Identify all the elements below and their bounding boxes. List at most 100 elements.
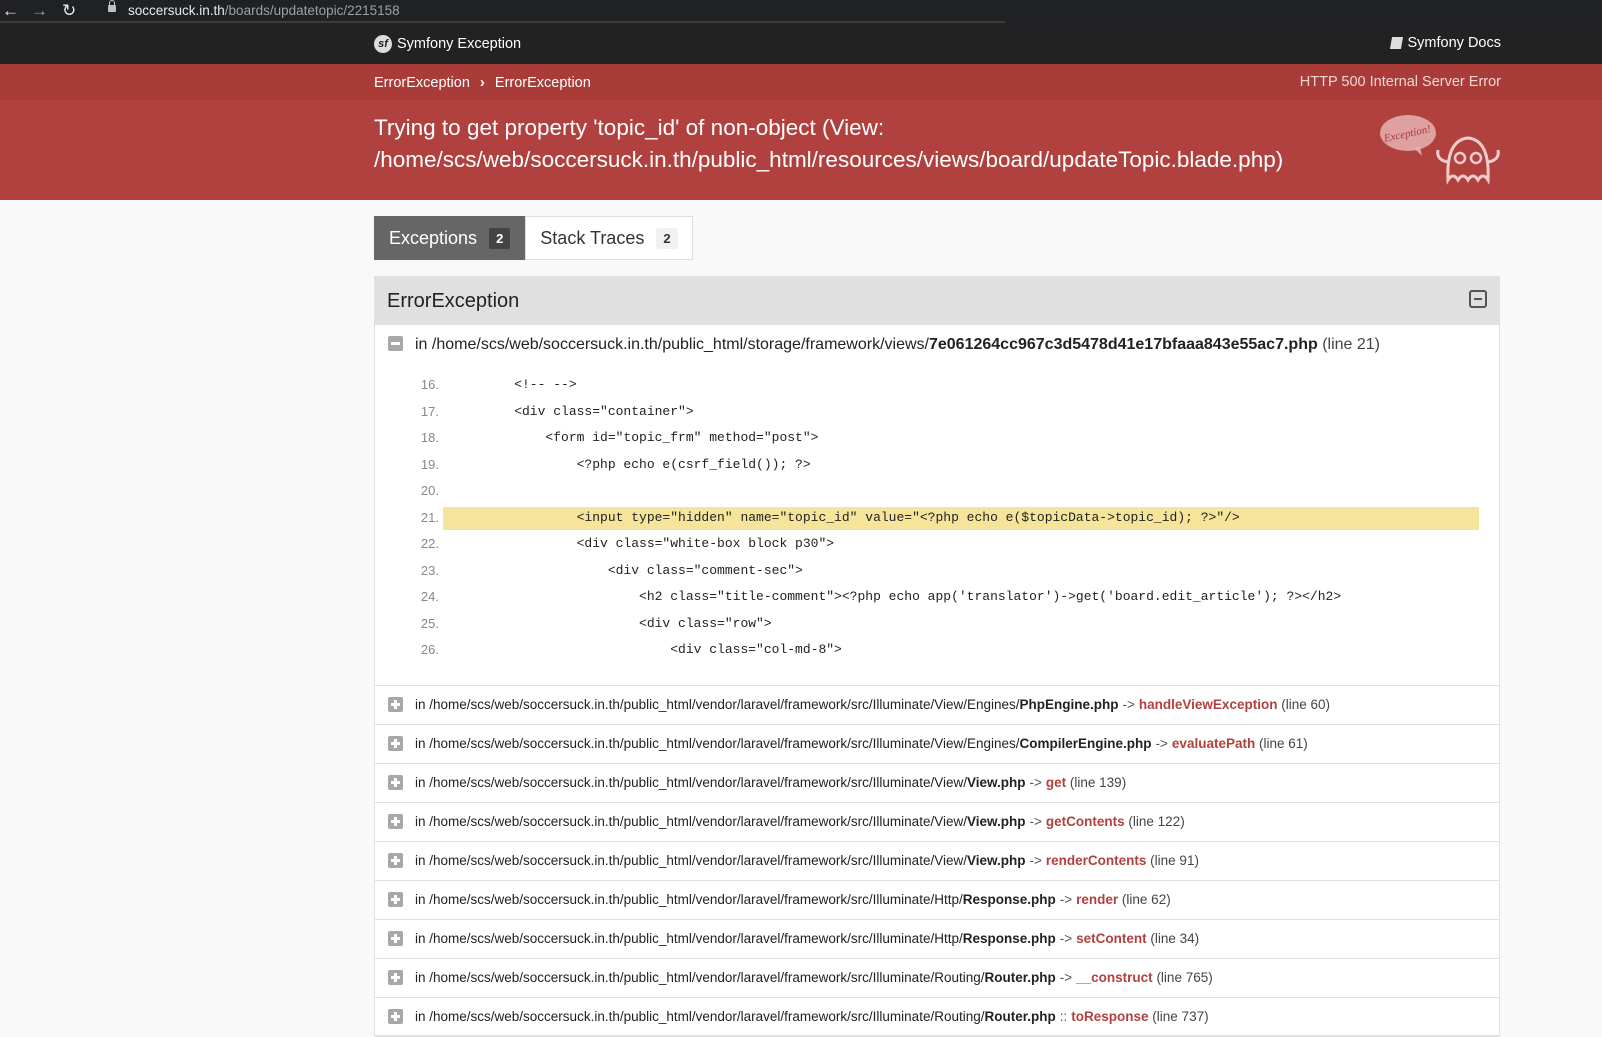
line-number: 23.	[420, 562, 439, 578]
call-operator: ->	[1059, 970, 1073, 985]
code-line: 20.	[415, 479, 1467, 506]
breadcrumb-bar: ErrorException › ErrorException HTTP 500…	[0, 64, 1602, 100]
call-operator: ->	[1059, 892, 1073, 907]
trace-location[interactable]: in /home/scs/web/soccersuck.in.th/public…	[415, 970, 1213, 985]
trace-item[interactable]: in /home/scs/web/soccersuck.in.th/public…	[375, 725, 1499, 764]
call-operator: ->	[1029, 775, 1042, 790]
expand-icon[interactable]	[388, 775, 403, 790]
trace-location[interactable]: in /home/scs/web/soccersuck.in.th/public…	[415, 1009, 1209, 1024]
breadcrumb: ErrorException › ErrorException	[374, 74, 591, 91]
docs-link[interactable]: Symfony Docs	[1389, 35, 1501, 51]
trace-location[interactable]: in /home/scs/web/soccersuck.in.th/public…	[415, 814, 1185, 829]
breadcrumb-item[interactable]: ErrorException	[374, 75, 470, 91]
expand-icon[interactable]	[388, 892, 403, 907]
trace-item[interactable]: in /home/scs/web/soccersuck.in.th/public…	[375, 686, 1499, 725]
trace-function: getContents	[1045, 814, 1125, 829]
expand-icon[interactable]	[388, 814, 403, 829]
trace-item[interactable]: in /home/scs/web/soccersuck.in.th/public…	[375, 842, 1499, 881]
line-number: 26.	[420, 642, 439, 657]
call-operator: ->	[1029, 814, 1042, 829]
trace-item[interactable]: in /home/scs/web/soccersuck.in.th/public…	[375, 998, 1499, 1037]
code-text: <!-- -->	[483, 377, 577, 392]
trace-function: render	[1076, 892, 1119, 907]
url-host: soccersuck.in.th	[128, 3, 225, 18]
address-bar[interactable]: soccersuck.in.th/boards/updatetopic/2215…	[128, 3, 400, 18]
trace-path: in /home/scs/web/soccersuck.in.th/public…	[415, 892, 963, 907]
call-operator: ->	[1029, 853, 1042, 868]
trace-file: View.php	[966, 853, 1026, 868]
tab-exceptions[interactable]: Exceptions 2	[374, 216, 526, 260]
count-badge: 2	[489, 227, 511, 249]
code-line: 18. <form id="topic_frm" method="post">	[415, 426, 1467, 453]
trace-item[interactable]: in /home/scs/web/soccersuck.in.th/public…	[375, 803, 1499, 842]
panel-header: ErrorException	[375, 277, 1499, 325]
code-line: 24. <h2 class="title-comment"><?php echo…	[415, 585, 1467, 612]
collapse-icon[interactable]	[388, 336, 403, 351]
trace-function: get	[1045, 775, 1067, 790]
call-operator: ->	[1155, 736, 1168, 751]
collapse-all-icon[interactable]	[1469, 290, 1487, 308]
line-number: 20.	[420, 483, 439, 498]
code-line: 17. <div class="container">	[415, 400, 1467, 427]
line-number: 17.	[420, 403, 439, 419]
brand[interactable]: sf Symfony Exception	[374, 35, 521, 53]
exception-banner: Trying to get property 'topic_id' of non…	[0, 100, 1602, 200]
expand-icon[interactable]	[388, 1009, 403, 1024]
trace-path: in /home/scs/web/soccersuck.in.th/public…	[415, 1009, 985, 1024]
tab-stack-traces[interactable]: Stack Traces 2	[525, 216, 693, 260]
trace-file: Response.php	[962, 892, 1056, 907]
breadcrumb-item[interactable]: ErrorException	[495, 75, 591, 91]
code-line: 16. <!-- -->	[415, 373, 1467, 400]
expand-icon[interactable]	[388, 736, 403, 751]
trace-file: 7e061264cc967c3d5478d41e17bfaaa843e55ac7…	[928, 336, 1318, 353]
line-number: 25.	[420, 615, 439, 631]
code-line: 23. <div class="comment-sec">	[415, 559, 1467, 586]
trace-item[interactable]: in /home/scs/web/soccersuck.in.th/public…	[375, 764, 1499, 803]
trace-path: in /home/scs/web/soccersuck.in.th/public…	[415, 736, 1020, 751]
trace-location[interactable]: in /home/scs/web/soccersuck.in.th/public…	[415, 736, 1308, 751]
tab-bar: Exceptions 2 Stack Traces 2	[374, 216, 693, 260]
trace-location[interactable]: in /home/scs/web/soccersuck.in.th/public…	[415, 931, 1199, 946]
trace-file: Response.php	[962, 931, 1056, 946]
trace-path: in /home/scs/web/soccersuck.in.th/public…	[415, 336, 929, 353]
back-arrow-icon[interactable]: ←	[2, 1, 19, 21]
trace-location[interactable]: in /home/scs/web/soccersuck.in.th/public…	[415, 775, 1126, 790]
lock-icon	[108, 0, 116, 12]
trace-line: (line 765)	[1156, 970, 1213, 985]
trace-file: View.php	[966, 775, 1026, 790]
trace-location[interactable]: in /home/scs/web/soccersuck.in.th/public…	[415, 697, 1330, 712]
docs-label: Symfony Docs	[1407, 35, 1501, 51]
count-badge: 2	[656, 227, 678, 249]
code-text: <?php echo e(csrf_field()); ?>	[483, 456, 811, 472]
line-number: 22.	[420, 536, 439, 551]
line-number: 21.	[420, 509, 439, 525]
code-line: 26. <div class="col-md-8">	[415, 638, 1467, 665]
exception-panel: ErrorException in /home/scs/web/soccersu…	[374, 276, 1500, 1037]
expand-icon[interactable]	[388, 931, 403, 946]
expand-icon[interactable]	[388, 697, 403, 712]
trace-function: toResponse	[1071, 1009, 1149, 1024]
line-number: 19.	[420, 456, 439, 472]
reload-icon[interactable]: ↻	[62, 1, 76, 21]
trace-location[interactable]: in /home/scs/web/soccersuck.in.th/public…	[415, 892, 1171, 907]
trace-line: (line 61)	[1258, 736, 1308, 751]
trace-line: (line 737)	[1152, 1009, 1209, 1024]
trace-item[interactable]: in /home/scs/web/soccersuck.in.th/public…	[375, 920, 1499, 959]
code-text: <form id="topic_frm" method="post">	[483, 430, 819, 445]
trace-function: renderContents	[1045, 853, 1147, 868]
call-operator: ->	[1059, 931, 1073, 946]
code-text: <div class="col-md-8">	[483, 642, 842, 657]
trace-file: CompilerEngine.php	[1019, 736, 1152, 751]
trace-item[interactable]: in /home/scs/web/soccersuck.in.th/public…	[375, 881, 1499, 920]
chevron-right-icon: ›	[479, 74, 485, 91]
trace-line: (line 21)	[1322, 336, 1381, 353]
trace-location[interactable]: in /home/scs/web/soccersuck.in.th/public…	[415, 853, 1199, 868]
trace-expanded: in /home/scs/web/soccersuck.in.th/public…	[375, 325, 1499, 686]
code-line: 22. <div class="white-box block p30">	[415, 532, 1467, 559]
forward-arrow-icon[interactable]: →	[31, 1, 48, 21]
trace-item[interactable]: in /home/scs/web/soccersuck.in.th/public…	[375, 959, 1499, 998]
expand-icon[interactable]	[388, 853, 403, 868]
trace-location[interactable]: in /home/scs/web/soccersuck.in.th/public…	[415, 336, 1380, 354]
expand-icon[interactable]	[388, 970, 403, 985]
trace-line: (line 62)	[1121, 892, 1171, 907]
